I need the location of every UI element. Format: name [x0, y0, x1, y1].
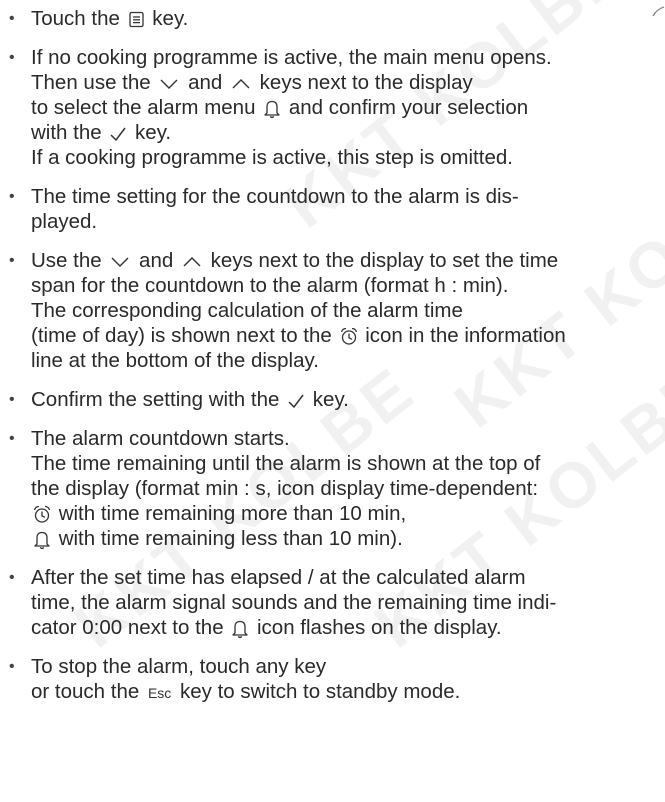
step-line: the display (format min : s, icon displa… [31, 476, 661, 501]
step-text: with time remaining less than 10 min). [53, 527, 403, 550]
chevron-down-icon [158, 77, 180, 91]
step-text: with the [31, 121, 108, 144]
step-line: The time setting for the countdown to th… [31, 184, 661, 209]
step-line: or touch the Esc key to switch to standb… [31, 679, 661, 706]
bullet-marker: • [9, 430, 15, 447]
step-line: with time remaining more than 10 min, [31, 501, 661, 526]
instruction-step: • To stop the alarm, touch any key or touc… [0, 654, 665, 706]
step-text: After the set time has elapsed / at the … [31, 566, 526, 589]
step-text: and [182, 71, 228, 94]
instruction-step: • Confirm the setting with the key. [0, 387, 665, 412]
chevron-down-icon [109, 255, 131, 269]
step-line: The corresponding calculation of the ala… [31, 298, 661, 323]
step-text: key. [307, 388, 349, 411]
step-line: with time remaining less than 10 min). [31, 526, 661, 551]
bullet-marker: • [9, 188, 15, 205]
instruction-step: • The time setting for the countdown to t… [0, 184, 665, 234]
alarm-clock-icon [340, 327, 358, 346]
chevron-up-icon [181, 255, 203, 269]
bullet-marker: • [9, 10, 15, 27]
step-line: cator 0:00 next to the icon flashes on t… [31, 615, 661, 640]
esc-key-label: Esc [147, 685, 172, 701]
instruction-step: • After the set time has elapsed / at the… [0, 565, 665, 640]
chevron-up-icon [230, 77, 252, 91]
step-line: span for the countdown to the alarm (for… [31, 273, 661, 298]
step-line: If a cooking programme is active, this s… [31, 145, 661, 170]
step-line: Then use the and keys next to the displa… [31, 70, 661, 95]
step-text: To stop the alarm, touch any key [31, 655, 327, 678]
step-line: If no cooking programme is active, the m… [31, 45, 661, 70]
step-line: Confirm the setting with the key. [31, 387, 661, 412]
instruction-step: • Use the and keys next to the display to… [0, 248, 665, 373]
check-icon [287, 393, 305, 409]
step-text: The time remaining until the alarm is sh… [31, 452, 541, 475]
step-text: keys next to the display to set the time [204, 249, 559, 272]
instruction-step: • Touch the key. [0, 6, 665, 31]
check-icon [109, 126, 127, 142]
step-text: Touch the [31, 7, 126, 30]
step-text: key to switch to standby mode. [174, 680, 461, 703]
step-line: line at the bottom of the display. [31, 348, 661, 373]
step-line: The time remaining until the alarm is sh… [31, 451, 661, 476]
step-text: with time remaining more than 10 min, [53, 502, 407, 525]
bullet-marker: • [9, 252, 15, 269]
step-line: Use the and keys next to the display to … [31, 248, 661, 273]
step-text: icon flashes on the display. [251, 616, 502, 639]
step-text: and [133, 249, 179, 272]
step-line: time, the alarm signal sounds and the re… [31, 590, 661, 615]
bell-icon [33, 530, 51, 550]
step-line: with the key. [31, 120, 661, 145]
instruction-document: • Touch the key. • If no cooking programme … [0, 0, 665, 720]
step-text: icon in the information [359, 324, 566, 347]
step-text: key. [146, 7, 189, 30]
step-text: line at the bottom of the display. [31, 349, 319, 372]
step-line: After the set time has elapsed / at the … [31, 565, 661, 590]
step-line: to select the alarm menu and confirm you… [31, 95, 661, 120]
step-text: If no cooking programme is active, the m… [31, 46, 552, 69]
step-line: played. [31, 209, 661, 234]
bullet-marker: • [9, 569, 15, 586]
step-text: Use the [31, 249, 108, 272]
step-text: If a cooking programme is active, this s… [31, 146, 513, 169]
step-text: The alarm countdown starts. [31, 427, 290, 450]
bell-icon [263, 99, 281, 119]
step-text: Confirm the setting with the [31, 388, 286, 411]
bullet-marker: • [9, 49, 15, 66]
step-line: To stop the alarm, touch any key [31, 654, 661, 679]
step-text: and confirm your selection [283, 96, 529, 119]
instruction-steps: • Touch the key. • If no cooking programme … [0, 0, 665, 706]
alarm-clock-icon [33, 505, 51, 524]
instruction-step: • The alarm countdown starts. The time rem… [0, 426, 665, 551]
step-text: (time of day) is shown next to the [31, 324, 338, 347]
step-text: The corresponding calculation of the ala… [31, 299, 463, 322]
step-text: time, the alarm signal sounds and the re… [31, 591, 557, 614]
step-text: cator 0:00 next to the [31, 616, 230, 639]
step-text: Then use the [31, 71, 157, 94]
step-line: Touch the key. [31, 6, 661, 31]
menu-icon [128, 11, 145, 28]
step-text: keys next to the display [253, 71, 473, 94]
step-text: span for the countdown to the alarm (for… [31, 274, 509, 297]
step-text: or touch the [31, 680, 145, 703]
step-text: key. [129, 121, 172, 144]
step-line: (time of day) is shown next to the icon … [31, 323, 661, 348]
step-text: played. [31, 210, 98, 233]
step-text: to select the alarm menu [31, 96, 262, 119]
step-line: The alarm countdown starts. [31, 426, 661, 451]
step-text: the display (format min : s, icon displa… [31, 477, 539, 500]
instruction-step: • If no cooking programme is active, the … [0, 45, 665, 170]
bullet-marker: • [9, 658, 15, 675]
bullet-marker: • [9, 391, 15, 408]
step-text: The time setting for the countdown to th… [31, 185, 519, 208]
bell-icon [231, 619, 249, 639]
